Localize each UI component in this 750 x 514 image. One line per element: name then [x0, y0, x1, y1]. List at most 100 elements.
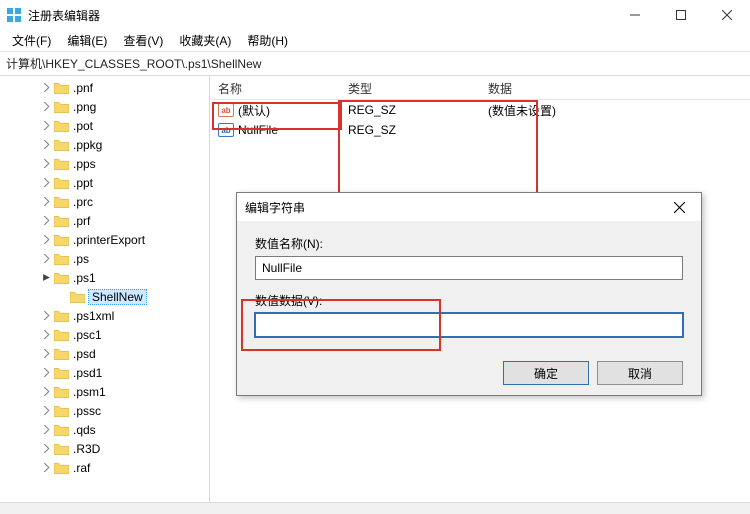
tree-item-label: .ps1	[73, 271, 96, 285]
expander-icon[interactable]	[40, 216, 52, 225]
tree-item[interactable]: .raf	[0, 458, 209, 477]
cancel-button[interactable]: 取消	[597, 361, 683, 385]
tree-item-label: .psc1	[73, 328, 102, 342]
value-data-label: 数值数据(V):	[255, 292, 683, 309]
value-data	[480, 128, 750, 132]
regedit-icon	[6, 7, 22, 23]
maximize-button[interactable]	[658, 0, 704, 30]
expander-icon[interactable]	[40, 254, 52, 263]
tree-item-label: .pnf	[73, 81, 93, 95]
col-data[interactable]: 数据	[480, 76, 750, 99]
tree-item[interactable]: .psm1	[0, 382, 209, 401]
expander-icon[interactable]	[40, 368, 52, 377]
tree-item[interactable]: .psd	[0, 344, 209, 363]
menu-help[interactable]: 帮助(H)	[239, 30, 296, 51]
expander-icon[interactable]	[40, 178, 52, 187]
dialog-titlebar[interactable]: 编辑字符串	[237, 193, 701, 221]
tree-item-label: .ppt	[73, 176, 93, 190]
tree-item[interactable]: .ps1xml	[0, 306, 209, 325]
expander-icon[interactable]	[40, 349, 52, 358]
list-row[interactable]: ab (默认) REG_SZ(数值未设置)	[210, 100, 750, 120]
tree-item[interactable]: .qds	[0, 420, 209, 439]
tree-item-label: .pot	[73, 119, 93, 133]
address-bar[interactable]: 计算机\HKEY_CLASSES_ROOT\.ps1\ShellNew	[0, 52, 750, 76]
tree-item-label: .R3D	[73, 442, 100, 456]
tree-item-label: .psd	[73, 347, 96, 361]
expander-icon[interactable]	[40, 311, 52, 320]
tree-item[interactable]: .pssc	[0, 401, 209, 420]
expander-icon[interactable]	[40, 425, 52, 434]
menu-file[interactable]: 文件(F)	[4, 30, 59, 51]
tree-item[interactable]: .ps	[0, 249, 209, 268]
tree-item[interactable]: .png	[0, 97, 209, 116]
expander-icon[interactable]	[40, 159, 52, 168]
minimize-button[interactable]	[612, 0, 658, 30]
window-title: 注册表编辑器	[28, 7, 612, 24]
close-button[interactable]	[704, 0, 750, 30]
expander-icon[interactable]	[40, 330, 52, 339]
tree-item-label: .png	[73, 100, 96, 114]
expander-icon[interactable]	[40, 83, 52, 92]
value-data-input[interactable]	[255, 313, 683, 337]
edit-string-dialog: 编辑字符串 数值名称(N): 数值数据(V): 确定 取消	[236, 192, 702, 396]
col-type[interactable]: 类型	[340, 76, 480, 99]
tree-item[interactable]: .psd1	[0, 363, 209, 382]
tree-item[interactable]: .pps	[0, 154, 209, 173]
expander-icon[interactable]	[40, 444, 52, 453]
expander-icon[interactable]	[40, 273, 52, 282]
title-bar: 注册表编辑器	[0, 0, 750, 30]
tree-item[interactable]: .prc	[0, 192, 209, 211]
expander-icon[interactable]	[40, 121, 52, 130]
tree-item[interactable]: .pnf	[0, 78, 209, 97]
tree-item-label: .printerExport	[73, 233, 145, 247]
tree-item[interactable]: .psc1	[0, 325, 209, 344]
tree-pane[interactable]: .pnf .png .pot .ppkg .pps .ppt .prc .prf .printe…	[0, 76, 210, 502]
tree-item[interactable]: .ppt	[0, 173, 209, 192]
tree-item-label: .prc	[73, 195, 93, 209]
horizontal-scrollbar[interactable]	[0, 502, 750, 514]
address-text: 计算机\HKEY_CLASSES_ROOT\.ps1\ShellNew	[6, 55, 261, 72]
tree-item[interactable]: .ps1	[0, 268, 209, 287]
tree-item-label: .qds	[73, 423, 96, 437]
string-value-icon: ab	[218, 103, 234, 117]
tree-item-label: .psd1	[73, 366, 102, 380]
value-name-label: 数值名称(N):	[255, 235, 683, 252]
tree-item[interactable]: .prf	[0, 211, 209, 230]
tree-item[interactable]: .printerExport	[0, 230, 209, 249]
value-type: REG_SZ	[340, 101, 480, 119]
value-name-input[interactable]	[255, 256, 683, 280]
col-name[interactable]: 名称	[210, 76, 340, 99]
menu-edit[interactable]: 编辑(E)	[59, 30, 115, 51]
tree-item-label: .pps	[73, 157, 96, 171]
tree-item-label: .ps1xml	[73, 309, 114, 323]
tree-item-label: .raf	[73, 461, 90, 475]
value-data: (数值未设置)	[480, 100, 750, 121]
menu-view[interactable]: 查看(V)	[115, 30, 171, 51]
tree-item[interactable]: .ppkg	[0, 135, 209, 154]
value-name: NullFile	[238, 123, 278, 137]
expander-icon[interactable]	[40, 140, 52, 149]
menu-bar: 文件(F) 编辑(E) 查看(V) 收藏夹(A) 帮助(H)	[0, 30, 750, 52]
dialog-close-button[interactable]	[665, 202, 693, 213]
tree-item-label: .ps	[73, 252, 89, 266]
tree-item[interactable]: ShellNew	[0, 287, 209, 306]
menu-favorites[interactable]: 收藏夹(A)	[171, 30, 239, 51]
expander-icon[interactable]	[40, 463, 52, 472]
tree-item[interactable]: .pot	[0, 116, 209, 135]
value-name: (默认)	[238, 102, 270, 119]
tree-item-label: .ppkg	[73, 138, 102, 152]
expander-icon[interactable]	[40, 387, 52, 396]
list-row[interactable]: ab NullFile REG_SZ	[210, 120, 750, 140]
expander-icon[interactable]	[40, 235, 52, 244]
list-header: 名称 类型 数据	[210, 76, 750, 100]
tree-item-label: .psm1	[73, 385, 106, 399]
string-value-icon: ab	[218, 123, 234, 137]
value-type: REG_SZ	[340, 121, 480, 139]
tree-item-label: .pssc	[73, 404, 101, 418]
tree-item-label: .prf	[73, 214, 90, 228]
expander-icon[interactable]	[40, 406, 52, 415]
tree-item[interactable]: .R3D	[0, 439, 209, 458]
ok-button[interactable]: 确定	[503, 361, 589, 385]
expander-icon[interactable]	[40, 197, 52, 206]
expander-icon[interactable]	[40, 102, 52, 111]
